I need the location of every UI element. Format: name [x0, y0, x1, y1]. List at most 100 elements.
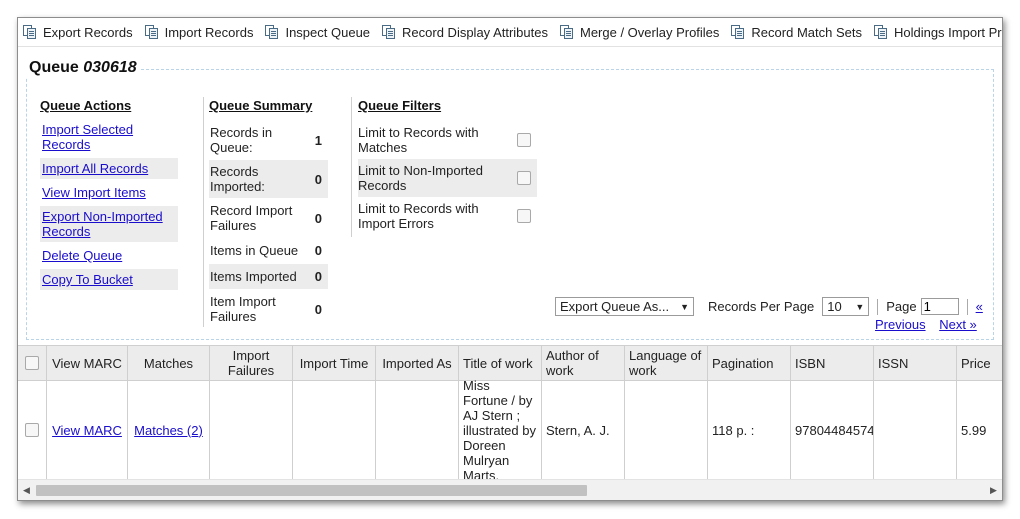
copy-pages-icon — [265, 25, 279, 39]
column-header[interactable]: Author of work — [542, 346, 625, 380]
record-match-sets-label: Record Match Sets — [751, 24, 862, 40]
summary-value: 0 — [314, 301, 322, 317]
inspect-queue-button[interactable]: Inspect Queue — [260, 21, 375, 43]
summary-row: Items Imported 0 — [209, 264, 328, 289]
delete-queue-link[interactable]: Delete Queue — [42, 248, 122, 263]
horizontal-scrollbar[interactable]: ◀ ▶ — [18, 479, 1002, 500]
column-header[interactable]: Pagination — [708, 346, 791, 380]
column-header[interactable]: Matches — [128, 346, 210, 380]
export-records-button[interactable]: Export Records — [18, 21, 138, 43]
column-header[interactable]: Import Time — [293, 346, 376, 380]
import-records-button[interactable]: Import Records — [140, 21, 259, 43]
filter-row: Limit to Records with Import Errors — [358, 197, 537, 235]
view-marc-cell: View MARC — [47, 381, 128, 479]
filter-label: Limit to Records with Matches — [358, 124, 479, 155]
summary-label: Items Imported — [210, 269, 297, 284]
imported-as-cell — [376, 381, 459, 479]
issn-cell — [874, 381, 957, 479]
select-all-checkbox[interactable] — [25, 356, 39, 370]
queue-actions-heading: Queue Actions — [40, 98, 132, 113]
scrollbar-thumb[interactable] — [36, 485, 587, 496]
queue-title-prefix: Queue — [29, 59, 79, 76]
summary-label: Records in Queue: — [210, 125, 273, 155]
summary-row: Items in Queue 0 — [209, 238, 328, 263]
export-queue-select[interactable]: Export Queue As... ▼ — [555, 297, 694, 316]
import-all-records-link[interactable]: Import All Records — [42, 161, 148, 176]
summary-value: 1 — [314, 132, 322, 148]
filter-label: Limit to Non-Imported Records — [358, 162, 483, 193]
scroll-left-icon[interactable]: ◀ — [18, 480, 35, 500]
column-header[interactable]: Title of work — [459, 346, 542, 380]
queue-actions: Queue Actions Import Selected Records Im… — [40, 97, 178, 290]
filter-label: Limit to Records with Import Errors — [358, 200, 479, 231]
import-failures-cell — [210, 381, 293, 479]
action-item: Import All Records — [40, 158, 178, 179]
page-title: Queue 030618 — [25, 59, 141, 77]
queue-number: 030618 — [83, 59, 137, 76]
pagination-cell: 118 p. : — [708, 381, 791, 479]
filter-non-imported-checkbox[interactable] — [517, 170, 531, 185]
copy-to-bucket-link[interactable]: Copy To Bucket — [42, 272, 133, 287]
column-header[interactable]: ISBN — [791, 346, 874, 380]
summary-row: Record Import Failures 0 — [209, 199, 328, 237]
summary-row: Records in Queue: 1 — [209, 121, 328, 159]
filter-row: Limit to Non-Imported Records — [358, 159, 537, 197]
queue-summary: Queue Summary Records in Queue: 1 Records… — [203, 97, 328, 327]
author-cell: Stern, A. J. — [542, 381, 625, 479]
matches-link[interactable]: Matches (2) — [134, 423, 203, 438]
summary-label: Records Imported: — [210, 164, 265, 194]
action-item: View Import Items — [40, 182, 178, 203]
summary-value: 0 — [314, 210, 322, 226]
row-select-checkbox[interactable] — [25, 423, 39, 437]
filter-import-errors-checkbox[interactable] — [517, 208, 531, 223]
queue-summary-heading: Queue Summary — [209, 98, 313, 113]
page-number-input[interactable] — [920, 298, 959, 315]
dropdown-arrow-icon: ▼ — [855, 301, 865, 312]
records-grid: View MARC Matches Import Failures Import… — [18, 345, 1002, 479]
pager-nav: Previous Next » — [875, 317, 987, 332]
previous-page-link[interactable]: Previous — [875, 317, 926, 332]
action-item: Delete Queue — [40, 245, 178, 266]
copy-pages-icon — [731, 25, 745, 39]
copy-pages-icon — [23, 25, 37, 39]
merge-overlay-profiles-button[interactable]: Merge / Overlay Profiles — [555, 21, 724, 43]
scroll-right-icon[interactable]: ▶ — [985, 480, 1002, 500]
next-page-link[interactable]: Next » — [939, 317, 977, 332]
queue-filters-heading: Queue Filters — [358, 98, 442, 113]
import-records-label: Import Records — [164, 24, 254, 40]
holdings-import-profiles-button[interactable]: Holdings Import Profiles — [869, 21, 1002, 43]
language-cell — [625, 381, 708, 479]
column-header[interactable]: ISSN — [874, 346, 957, 380]
summary-label: Items in Queue — [210, 243, 299, 258]
first-page-link[interactable]: « — [976, 299, 983, 314]
records-per-page-select[interactable]: 10 ▼ — [822, 297, 870, 316]
view-marc-link[interactable]: View MARC — [52, 423, 122, 438]
import-selected-records-link[interactable]: Import Selected Records — [42, 122, 133, 152]
page-label: Page — [886, 299, 917, 314]
view-import-items-link[interactable]: View Import Items — [42, 185, 146, 200]
record-display-attributes-button[interactable]: Record Display Attributes — [377, 21, 553, 43]
isbn-cell: 97804484574 — [791, 381, 874, 479]
action-item: Export Non-Imported Records — [40, 206, 178, 242]
column-header[interactable]: Imported As — [376, 346, 459, 380]
copy-pages-icon — [382, 25, 396, 39]
export-records-label: Export Records — [43, 24, 133, 40]
table-row: View MARC Matches (2) Miss Fortune / by … — [18, 378, 1002, 479]
grid-header-row: View MARC Matches Import Failures Import… — [18, 345, 1002, 381]
record-match-sets-button[interactable]: Record Match Sets — [726, 21, 867, 43]
column-header[interactable]: Import Failures — [210, 346, 293, 380]
filter-row: Limit to Records with Matches — [358, 121, 537, 159]
toolbar: Export Records Import Records Inspect Qu… — [18, 18, 1002, 47]
import-time-cell — [293, 381, 376, 479]
export-non-imported-records-link[interactable]: Export Non-Imported Records — [42, 209, 163, 239]
column-header[interactable]: View MARC — [47, 346, 128, 380]
column-header[interactable]: Language of work — [625, 346, 708, 380]
queue-filters: Queue Filters Limit to Records with Matc… — [351, 97, 537, 237]
filter-matches-checkbox[interactable] — [517, 132, 531, 147]
summary-label: Item Import Failures — [210, 294, 276, 324]
copy-pages-icon — [873, 25, 888, 39]
column-header[interactable]: Price — [957, 346, 1002, 380]
summary-value: 0 — [314, 243, 322, 258]
action-item: Import Selected Records — [40, 119, 178, 155]
record-display-attributes-label: Record Display Attributes — [402, 24, 548, 40]
